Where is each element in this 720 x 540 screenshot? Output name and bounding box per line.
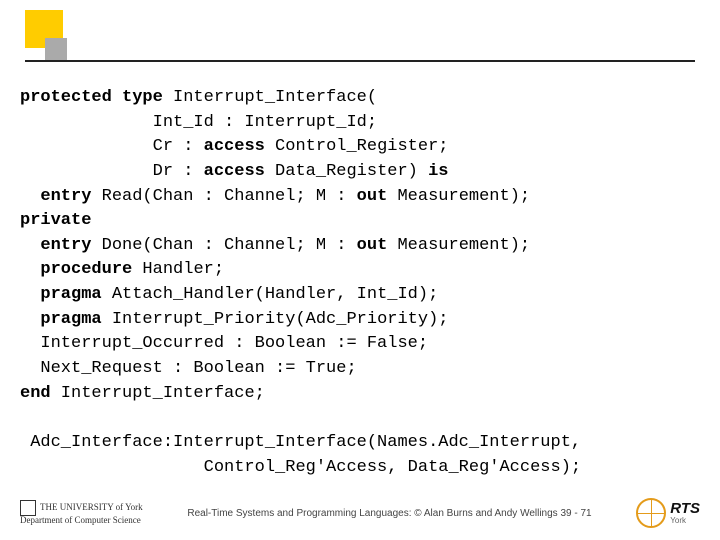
- kw-access: access: [204, 137, 265, 156]
- kw-protected-type: protected type: [20, 88, 163, 107]
- footer: THE UNIVERSITY of York Department of Com…: [0, 498, 720, 528]
- kw-private: private: [20, 211, 91, 230]
- kw-entry: entry: [40, 236, 91, 255]
- globe-icon: [636, 498, 666, 528]
- kw-pragma: pragma: [40, 310, 101, 329]
- kw-entry: entry: [40, 187, 91, 206]
- rts-logo: RTS York: [636, 498, 700, 528]
- crest-icon: [20, 500, 36, 516]
- kw-end: end: [20, 384, 51, 403]
- kw-out: out: [357, 236, 388, 255]
- grey-square: [45, 38, 67, 60]
- university-logo: THE UNIVERSITY of York Department of Com…: [20, 500, 143, 526]
- kw-is: is: [428, 162, 448, 181]
- kw-access: access: [204, 162, 265, 181]
- kw-procedure: procedure: [40, 260, 132, 279]
- kw-pragma: pragma: [40, 285, 101, 304]
- title-rule: [25, 60, 695, 62]
- kw-out: out: [357, 187, 388, 206]
- footer-text: Real-Time Systems and Programming Langua…: [187, 508, 591, 519]
- code-block: protected type Interrupt_Interface( Int_…: [20, 86, 581, 480]
